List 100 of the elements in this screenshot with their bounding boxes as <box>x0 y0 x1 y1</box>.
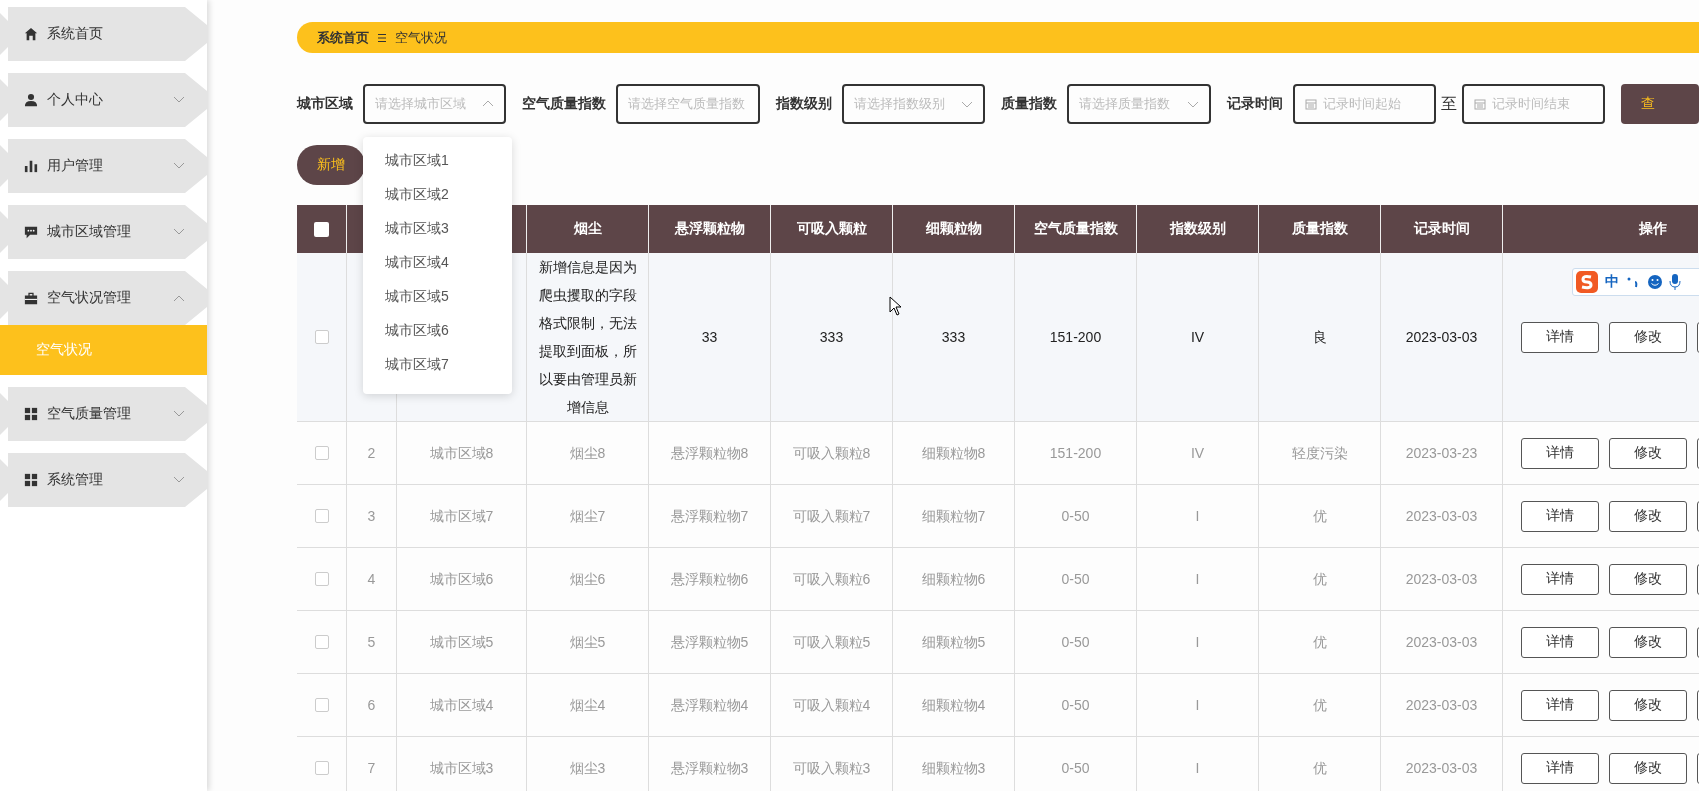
search-button[interactable]: 查 <box>1621 84 1699 124</box>
dropdown-option[interactable]: 城市区域1 <box>363 143 512 177</box>
table-cell-text: I <box>1195 759 1200 778</box>
action-button[interactable]: 详情 <box>1521 437 1599 469</box>
calendar-icon <box>1304 98 1317 110</box>
sidebar-item[interactable]: 系统管理 <box>0 453 207 507</box>
sidebar-item[interactable]: 个人中心 <box>0 73 207 127</box>
table-cell-text: 可吸入颗粒4 <box>792 696 871 715</box>
dropdown-option[interactable]: 城市区域3 <box>363 211 512 245</box>
chevron-icon <box>173 96 185 104</box>
action-button[interactable]: 详情 <box>1521 752 1599 784</box>
dropdown-option[interactable]: 城市区域7 <box>363 347 512 381</box>
add-button[interactable]: 新增 <box>297 145 365 185</box>
bar-chart-icon <box>24 159 38 173</box>
table-cell-text: 烟尘4 <box>569 696 606 715</box>
table-cell-text: 2023-03-03 <box>1405 570 1478 589</box>
row-number: 6 <box>367 696 376 715</box>
menu-icon <box>377 32 387 43</box>
action-button[interactable]: 详情 <box>1521 500 1599 532</box>
column-header: 空气质量指数 <box>1033 220 1118 238</box>
table-cell-text: 可吸入颗粒8 <box>792 444 871 463</box>
table-cell-text: 2023-03-03 <box>1405 633 1478 652</box>
row-checkbox[interactable] <box>314 330 329 344</box>
action-button[interactable]: 修改 <box>1609 321 1687 353</box>
action-button[interactable]: 修改 <box>1609 689 1687 721</box>
header-checkbox[interactable] <box>314 221 329 237</box>
table-cell-text: 悬浮颗粒物8 <box>670 444 749 463</box>
column-header: 可吸入颗粒 <box>796 220 867 238</box>
range-separator: 至 <box>1441 93 1458 114</box>
table-cell-text: 城市区域6 <box>429 570 494 589</box>
table-cell-text: 可吸入颗粒7 <box>792 507 871 526</box>
table-cell-text: 城市区域8 <box>429 444 494 463</box>
filter-label: 质量指数 <box>1001 95 1058 113</box>
input-mode-label[interactable]: 中 <box>1605 273 1619 291</box>
column-header: 细颗粒物 <box>925 220 982 238</box>
table-cell-text: 2023-03-03 <box>1405 696 1478 715</box>
dropdown-option[interactable]: 城市区域6 <box>363 313 512 347</box>
row-checkbox[interactable] <box>314 572 329 586</box>
sidebar-item-label: 系统首页 <box>47 25 104 43</box>
action-button[interactable]: 详情 <box>1521 689 1599 721</box>
sidebar-item[interactable]: 空气状况管理 <box>0 271 207 325</box>
sidebar-item[interactable]: 系统首页 <box>0 7 207 61</box>
column-header: 操作 <box>1638 220 1667 238</box>
smiley-icon[interactable] <box>1647 274 1663 290</box>
table-cell-text: 烟尘5 <box>569 633 606 652</box>
table-cell-text: 2023-03-23 <box>1405 444 1478 463</box>
table-cell-text: 2023-03-03 <box>1405 507 1478 526</box>
table-cell-text: 细颗粒物7 <box>921 507 986 526</box>
table-cell-text: 烟尘8 <box>569 444 606 463</box>
row-checkbox[interactable] <box>314 761 329 775</box>
table-cell-text: 可吸入颗粒3 <box>792 759 871 778</box>
briefcase-icon <box>24 291 38 305</box>
dropdown-option[interactable]: 城市区域5 <box>363 279 512 313</box>
action-button[interactable]: 详情 <box>1521 563 1599 595</box>
sidebar-item-label: 用户管理 <box>47 157 104 175</box>
action-button[interactable]: 修改 <box>1609 752 1687 784</box>
chevron-icon <box>173 228 185 236</box>
action-button[interactable]: 修改 <box>1609 500 1687 532</box>
breadcrumb-item[interactable]: 系统首页 <box>317 28 369 47</box>
table-cell-text: 可吸入颗粒6 <box>792 570 871 589</box>
sidebar-item[interactable]: 用户管理 <box>0 139 207 193</box>
row-checkbox[interactable] <box>314 509 329 523</box>
table-cell-text: 0-50 <box>1061 696 1090 715</box>
table-cell-text: 2023-03-03 <box>1405 328 1478 347</box>
grid-icon <box>24 407 38 421</box>
action-button[interactable]: 修改 <box>1609 437 1687 469</box>
filter-label: 空气质量指数 <box>522 95 607 113</box>
action-button[interactable]: 修改 <box>1609 563 1687 595</box>
dropdown-option[interactable]: 城市区域4 <box>363 245 512 279</box>
column-header: 质量指数 <box>1291 220 1348 238</box>
action-button[interactable]: 详情 <box>1521 321 1599 353</box>
row-checkbox[interactable] <box>314 698 329 712</box>
row-number: 7 <box>367 759 376 778</box>
action-button[interactable]: 修改 <box>1609 626 1687 658</box>
table-cell-text: I <box>1195 570 1200 589</box>
table-cell-text: 优 <box>1312 507 1327 526</box>
microphone-icon[interactable] <box>1669 273 1681 291</box>
row-number: 2 <box>367 444 376 463</box>
table-cell-text: 良 <box>1312 328 1327 347</box>
grid-icon <box>24 473 38 487</box>
sidebar-item-label: 系统管理 <box>47 471 104 489</box>
action-button[interactable]: 详情 <box>1521 626 1599 658</box>
home-icon <box>24 27 38 41</box>
sidebar-item[interactable]: 空气质量管理 <box>0 387 207 441</box>
user-icon <box>24 93 38 107</box>
table-cell-text: 细颗粒物6 <box>921 570 986 589</box>
dropdown-option[interactable]: 城市区域2 <box>363 177 512 211</box>
chevron-icon <box>173 294 185 302</box>
ime-logo-icon[interactable] <box>1575 270 1599 294</box>
table-cell-text: 细颗粒物4 <box>921 696 986 715</box>
calendar-icon <box>1474 98 1487 110</box>
breadcrumb-item[interactable]: 空气状况 <box>395 28 447 47</box>
row-checkbox[interactable] <box>314 635 329 649</box>
row-checkbox[interactable] <box>314 446 329 460</box>
table-cell-text: 0-50 <box>1061 759 1090 778</box>
table-cell-text: 城市区域3 <box>429 759 494 778</box>
table-cell-text: 优 <box>1312 759 1327 778</box>
chevron-icon <box>173 162 185 170</box>
sidebar-item[interactable]: 城市区域管理 <box>0 205 207 259</box>
chevron-icon <box>173 476 185 484</box>
